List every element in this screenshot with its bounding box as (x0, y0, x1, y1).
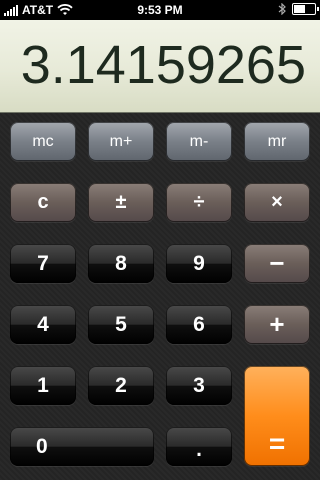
digit-2-button[interactable]: 2 (88, 366, 154, 405)
status-time: 9:53 PM (137, 3, 183, 17)
memory-add-button[interactable]: m+ (88, 122, 154, 161)
battery-icon (292, 3, 319, 15)
memory-subtract-button[interactable]: m- (166, 122, 232, 161)
status-right (278, 3, 319, 15)
minus-button[interactable]: − (244, 244, 310, 283)
digit-4-button[interactable]: 4 (10, 305, 76, 344)
bluetooth-icon (278, 3, 286, 15)
digit-8-button[interactable]: 8 (88, 244, 154, 283)
digit-1-button[interactable]: 1 (10, 366, 76, 405)
digit-0-button[interactable]: 0 (10, 427, 154, 466)
status-bar: AT&T 9:53 PM (0, 0, 320, 20)
divide-button[interactable]: ÷ (166, 183, 232, 222)
digit-6-button[interactable]: 6 (166, 305, 232, 344)
equals-button[interactable]: = (244, 366, 310, 466)
clear-button[interactable]: c (10, 183, 76, 222)
plus-button[interactable]: + (244, 305, 310, 344)
calculator-display: 3.14159265 (0, 20, 320, 114)
digit-5-button[interactable]: 5 (88, 305, 154, 344)
decimal-button[interactable]: . (166, 427, 232, 466)
memory-clear-button[interactable]: mc (10, 122, 76, 161)
plus-minus-button[interactable]: ± (88, 183, 154, 222)
display-value: 3.14159265 (20, 35, 306, 95)
digit-3-button[interactable]: 3 (166, 366, 232, 405)
multiply-button[interactable]: × (244, 183, 310, 222)
keypad: mc m+ m- mr c ± ÷ × 7 8 9 − 4 5 6 + 1 2 … (0, 113, 320, 480)
memory-recall-button[interactable]: mr (244, 122, 310, 161)
digit-7-button[interactable]: 7 (10, 244, 76, 283)
digit-9-button[interactable]: 9 (166, 244, 232, 283)
